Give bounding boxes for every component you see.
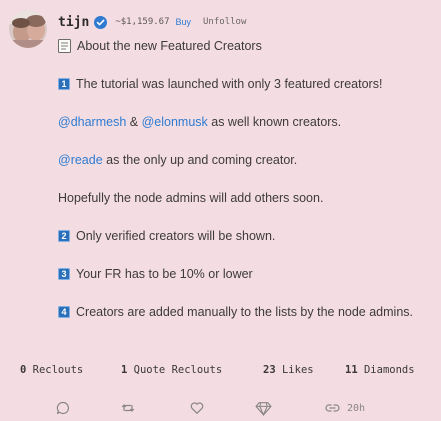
- keycap-2-icon: 2: [58, 230, 70, 242]
- diamonds-stat[interactable]: 11 Diamonds: [345, 364, 415, 376]
- like-button[interactable]: [190, 398, 204, 418]
- unfollow-button[interactable]: Unfollow: [203, 17, 246, 27]
- post-line-1: 1 The tutorial was launched with only 3 …: [58, 76, 382, 92]
- post-card: tijn ~$1,159.67 Buy Unfollow About the n…: [0, 0, 441, 421]
- reclout-icon: [121, 404, 135, 412]
- keycap-1-icon: 1: [58, 78, 70, 90]
- post-line-2-text: as well known creators.: [207, 115, 342, 129]
- post-stats: 0 Reclouts 1 Quote Reclouts 23 Likes 11 …: [0, 364, 441, 378]
- post-line-3-text: as the only up and coming creator.: [102, 153, 298, 167]
- likes-label: Likes: [275, 364, 314, 376]
- post-line-4: Hopefully the node admins will add other…: [58, 190, 323, 206]
- ampersand-text: &: [126, 115, 142, 129]
- post-line-title: About the new Featured Creators: [58, 38, 262, 54]
- likes-stat[interactable]: 23 Likes: [263, 364, 314, 376]
- post-line-7-text: Creators are added manually to the lists…: [76, 305, 413, 319]
- coin-price: ~$1,159.67: [115, 17, 170, 27]
- post-line-3: @reade as the only up and coming creator…: [58, 152, 297, 168]
- post-line-5: 2 Only verified creators will be shown.: [58, 228, 275, 244]
- post-title-text: About the new Featured Creators: [77, 39, 262, 53]
- diamond-icon: [255, 401, 272, 416]
- buy-button[interactable]: Buy: [176, 17, 192, 27]
- mention-elonmusk[interactable]: @elonmusk: [142, 114, 208, 130]
- diamonds-count: 11: [345, 364, 358, 376]
- post-line-6: 3 Your FR has to be 10% or lower: [58, 266, 253, 282]
- post-actions: 20h: [0, 398, 441, 418]
- link-icon: [325, 404, 340, 412]
- quote-reclouts-stat[interactable]: 1 Quote Reclouts: [121, 364, 222, 376]
- heart-icon: [190, 402, 204, 414]
- comment-icon: [56, 401, 69, 415]
- verified-icon: [94, 15, 108, 29]
- post-line-6-text: Your FR has to be 10% or lower: [76, 267, 253, 281]
- reclouts-stat[interactable]: 0 Reclouts: [20, 364, 83, 376]
- mention-reade[interactable]: @reade: [58, 152, 103, 168]
- post-header: tijn ~$1,159.67 Buy Unfollow: [58, 13, 246, 31]
- avatar[interactable]: [9, 10, 47, 48]
- username[interactable]: tijn: [58, 15, 89, 30]
- reclout-button[interactable]: [121, 398, 135, 418]
- keycap-4-icon: 4: [58, 306, 70, 318]
- post-line-7: 4 Creators are added manually to the lis…: [58, 304, 413, 320]
- comment-button[interactable]: [56, 398, 70, 418]
- post-line-2: @dharmesh & @elonmusk as well known crea…: [58, 114, 341, 130]
- post-line-5-text: Only verified creators will be shown.: [76, 229, 276, 243]
- memo-icon: [58, 39, 71, 53]
- keycap-3-icon: 3: [58, 268, 70, 280]
- post-line-4-text: Hopefully the node admins will add other…: [58, 191, 324, 205]
- diamonds-label: Diamonds: [357, 364, 415, 376]
- reclouts-label: Reclouts: [26, 364, 84, 376]
- mention-dharmesh[interactable]: @dharmesh: [58, 114, 126, 130]
- post-line-1-text: The tutorial was launched with only 3 fe…: [76, 77, 383, 91]
- likes-count: 23: [263, 364, 276, 376]
- quote-reclouts-label: Quote Reclouts: [127, 364, 223, 376]
- post-timestamp: 20h: [347, 402, 366, 414]
- diamond-button[interactable]: [255, 398, 272, 418]
- share-link-button[interactable]: 20h: [324, 398, 365, 418]
